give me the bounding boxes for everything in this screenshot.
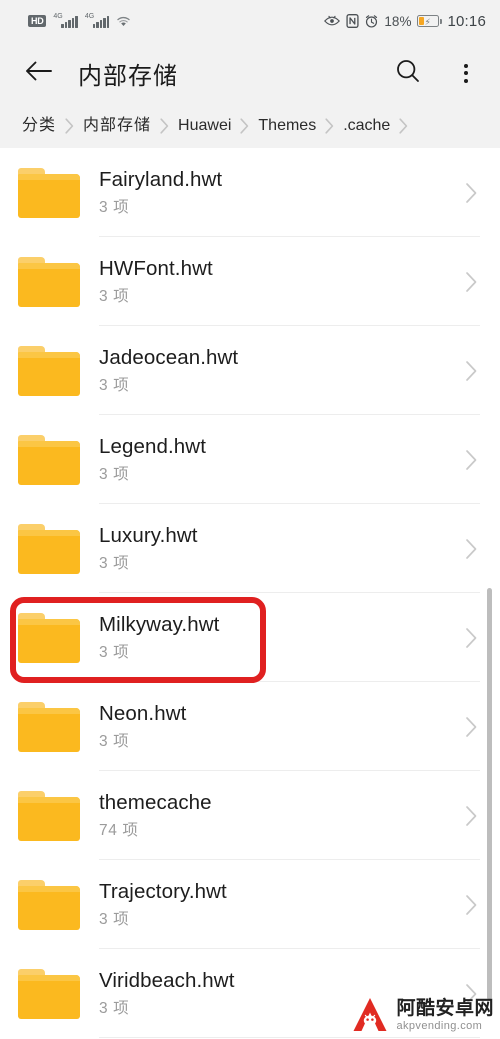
back-arrow-icon bbox=[24, 59, 54, 88]
app-bar: 内部存储 bbox=[0, 42, 500, 104]
folder-icon bbox=[18, 790, 80, 841]
chevron-right-icon[interactable] bbox=[458, 714, 484, 740]
hd-icon: HD bbox=[28, 15, 47, 27]
status-bar: HD 4G 4G 18% ⚡ 10:16 bbox=[0, 0, 500, 42]
chevron-right-icon bbox=[65, 118, 74, 134]
folder-icon bbox=[18, 345, 80, 396]
status-bar-left: HD 4G 4G bbox=[28, 13, 131, 28]
watermark-text: 阿酷安卓网 akpvending.com bbox=[396, 999, 494, 1032]
chevron-right-icon bbox=[399, 118, 408, 134]
folder-icon bbox=[18, 523, 80, 574]
eye-comfort-icon bbox=[324, 15, 341, 27]
file-count-label: 74 项 bbox=[99, 821, 139, 839]
file-list-row[interactable]: Legend.hwt 3 项 bbox=[0, 415, 500, 504]
file-name-label: Neon.hwt bbox=[99, 701, 187, 725]
watermark-logo-icon bbox=[350, 995, 390, 1035]
chevron-right-icon[interactable] bbox=[458, 536, 484, 562]
chevron-right-icon bbox=[240, 118, 249, 134]
battery-charging-icon: ⚡ bbox=[417, 15, 442, 27]
battery-percent-label: 18% bbox=[384, 13, 412, 29]
watermark-cn-label: 阿酷安卓网 bbox=[396, 997, 494, 1019]
row-text: Trajectory.hwt 3 项 bbox=[99, 879, 448, 931]
folder-icon bbox=[18, 879, 80, 930]
file-name-label: Trajectory.hwt bbox=[99, 879, 227, 903]
file-count-label: 3 项 bbox=[99, 643, 130, 661]
file-list-row[interactable]: Fairyland.hwt 3 项 bbox=[0, 148, 500, 237]
file-list-row[interactable]: Trajectory.hwt 3 项 bbox=[0, 860, 500, 949]
file-count-label: 3 项 bbox=[99, 910, 130, 928]
breadcrumb-item-3[interactable]: Themes bbox=[258, 117, 316, 135]
file-count-label: 3 项 bbox=[99, 465, 130, 483]
wifi-icon bbox=[116, 15, 131, 27]
file-list-row[interactable]: HWFont.hwt 3 项 bbox=[0, 237, 500, 326]
file-list-row[interactable]: Milkyway.hwt 3 项 bbox=[0, 593, 500, 682]
alarm-icon bbox=[365, 14, 378, 28]
nfc-icon bbox=[346, 14, 360, 28]
chevron-right-icon bbox=[325, 118, 334, 134]
breadcrumb-item-0[interactable]: 分类 bbox=[22, 117, 56, 135]
file-name-label: Fairyland.hwt bbox=[99, 167, 223, 191]
file-count-label: 3 项 bbox=[99, 287, 130, 305]
phone-screen: HD 4G 4G 18% ⚡ 10:16 内部存储 分类 内部存储 Huawei… bbox=[0, 0, 500, 1039]
chevron-right-icon[interactable] bbox=[458, 269, 484, 295]
chevron-right-icon[interactable] bbox=[458, 803, 484, 829]
file-count-label: 3 项 bbox=[99, 732, 130, 750]
vertical-scrollbar[interactable] bbox=[487, 588, 492, 1000]
breadcrumb-item-1[interactable]: 内部存储 bbox=[83, 117, 151, 135]
row-divider bbox=[99, 1037, 480, 1038]
row-text: Luxury.hwt 3 项 bbox=[99, 523, 448, 575]
more-options-button[interactable] bbox=[450, 57, 482, 89]
row-text: themecache 74 项 bbox=[99, 790, 448, 842]
breadcrumb[interactable]: 分类 内部存储 Huawei Themes .cache bbox=[0, 104, 500, 148]
file-count-label: 3 项 bbox=[99, 554, 130, 572]
chevron-right-icon[interactable] bbox=[458, 625, 484, 651]
file-list-row[interactable]: Jadeocean.hwt 3 项 bbox=[0, 326, 500, 415]
row-text: HWFont.hwt 3 项 bbox=[99, 256, 448, 308]
chevron-right-icon[interactable] bbox=[458, 447, 484, 473]
file-name-label: themecache bbox=[99, 790, 212, 814]
status-bar-right: 18% ⚡ 10:16 bbox=[324, 13, 486, 30]
chevron-right-icon[interactable] bbox=[458, 358, 484, 384]
folder-icon bbox=[18, 701, 80, 752]
app-bar-actions bbox=[392, 57, 482, 89]
row-text: Legend.hwt 3 项 bbox=[99, 434, 448, 486]
signal-sim1-icon: 4G bbox=[53, 13, 78, 28]
folder-icon bbox=[18, 434, 80, 485]
file-name-label: Viridbeach.hwt bbox=[99, 968, 235, 992]
folder-icon bbox=[18, 256, 80, 307]
file-list[interactable]: Fairyland.hwt 3 项 HWFont.hwt 3 项 Jadeocean.h… bbox=[0, 148, 500, 1038]
page-title: 内部存储 bbox=[78, 62, 178, 90]
file-list-row[interactable]: Luxury.hwt 3 项 bbox=[0, 504, 500, 593]
row-text: Jadeocean.hwt 3 项 bbox=[99, 345, 448, 397]
chevron-right-icon bbox=[160, 118, 169, 134]
file-name-label: Luxury.hwt bbox=[99, 523, 198, 547]
file-list-row[interactable]: themecache 74 项 bbox=[0, 771, 500, 860]
file-name-label: Legend.hwt bbox=[99, 434, 207, 458]
chevron-right-icon[interactable] bbox=[458, 892, 484, 918]
search-button[interactable] bbox=[392, 57, 424, 89]
folder-icon bbox=[18, 612, 80, 663]
chevron-right-icon[interactable] bbox=[458, 180, 484, 206]
watermark: 阿酷安卓网 akpvending.com bbox=[350, 995, 494, 1035]
folder-icon bbox=[18, 167, 80, 218]
row-text: Neon.hwt 3 项 bbox=[99, 701, 448, 753]
file-name-label: Jadeocean.hwt bbox=[99, 345, 239, 369]
breadcrumb-item-4[interactable]: .cache bbox=[343, 117, 390, 135]
back-button[interactable] bbox=[22, 56, 56, 90]
breadcrumb-item-2[interactable]: Huawei bbox=[178, 117, 231, 135]
file-count-label: 3 项 bbox=[99, 198, 130, 216]
file-count-label: 3 项 bbox=[99, 376, 130, 394]
more-vertical-icon bbox=[450, 63, 482, 83]
row-text: Milkyway.hwt 3 项 bbox=[99, 612, 448, 664]
clock-label: 10:16 bbox=[447, 12, 486, 30]
signal-sim2-icon: 4G bbox=[85, 13, 110, 28]
file-name-label: HWFont.hwt bbox=[99, 256, 213, 280]
file-name-label: Milkyway.hwt bbox=[99, 612, 220, 636]
watermark-en-label: akpvending.com bbox=[396, 1019, 483, 1032]
search-icon bbox=[394, 57, 422, 90]
folder-icon bbox=[18, 968, 80, 1019]
file-list-row[interactable]: Neon.hwt 3 项 bbox=[0, 682, 500, 771]
row-text: Fairyland.hwt 3 项 bbox=[99, 167, 448, 219]
